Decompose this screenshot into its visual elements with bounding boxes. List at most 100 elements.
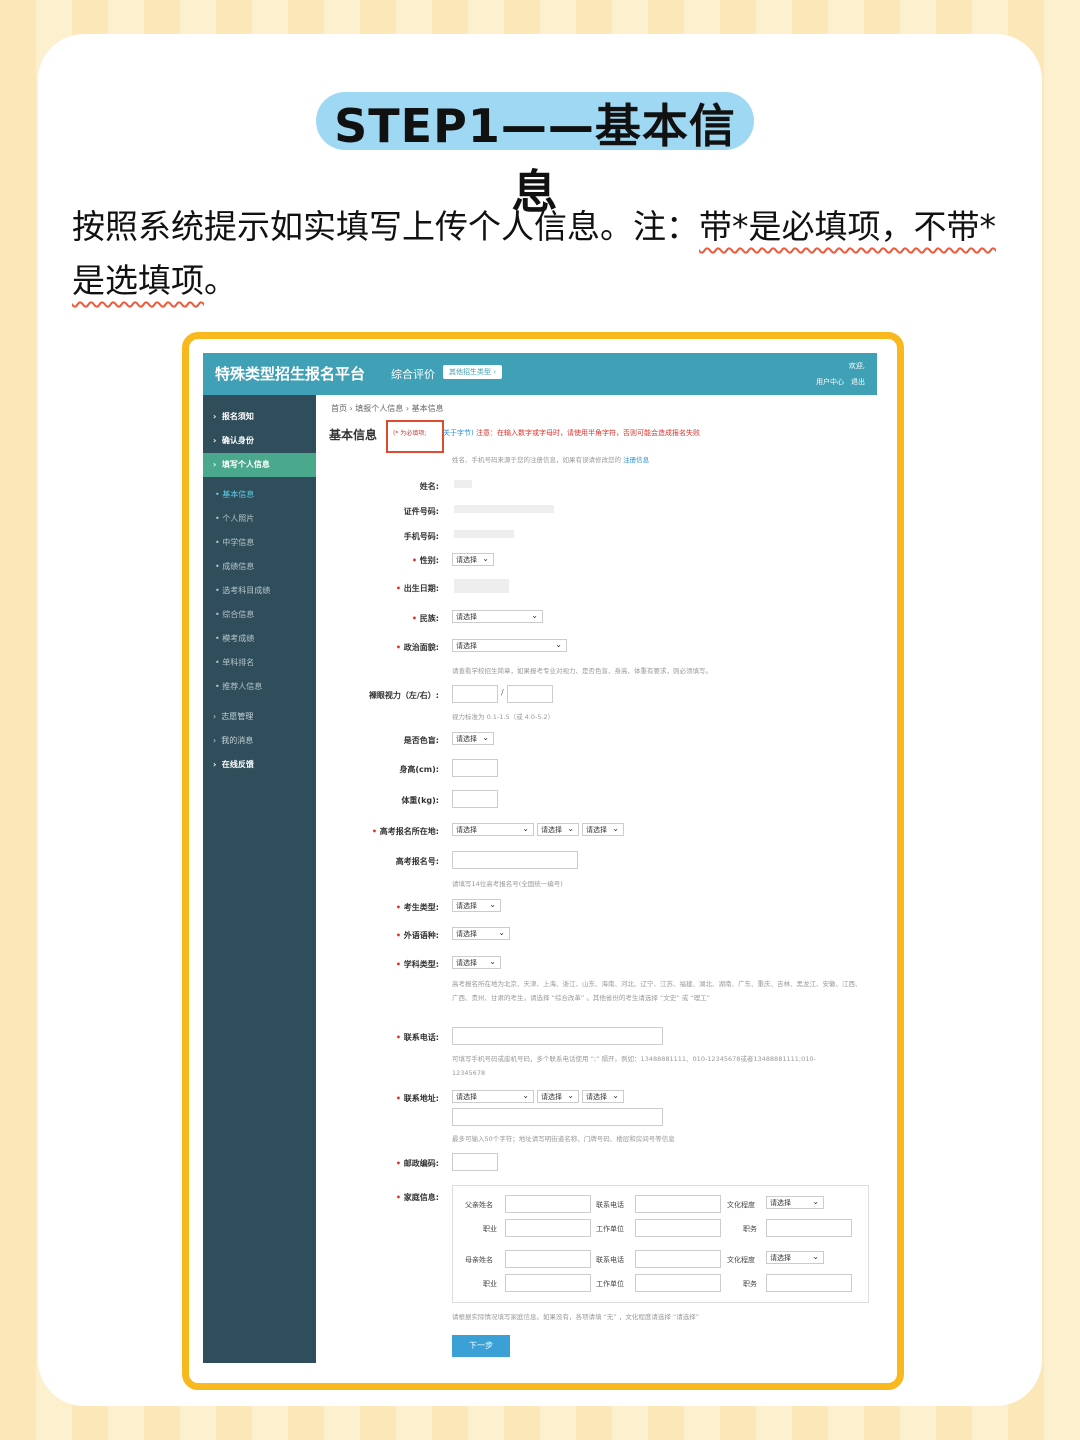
notice-link[interactable]: 关于字节) bbox=[443, 429, 474, 437]
tel-input[interactable] bbox=[452, 1027, 663, 1045]
breadcrumb: 首页 › 填报个人信息 › 基本信息 bbox=[331, 404, 444, 413]
label-father-job: 职业 bbox=[483, 1225, 497, 1233]
sidebar-item-volunteer[interactable]: › 志愿管理 bbox=[203, 705, 316, 729]
required-star: • bbox=[411, 614, 420, 623]
sidebar-label: 单科排名 bbox=[222, 658, 255, 667]
label-text: 民族: bbox=[419, 614, 439, 623]
gender-select[interactable]: 请选择 bbox=[452, 552, 494, 566]
mother-tel-input[interactable] bbox=[635, 1250, 721, 1268]
required-star: • bbox=[395, 931, 404, 940]
app-brand: 特殊类型招生报名平台 bbox=[215, 365, 366, 383]
vision-left-input[interactable] bbox=[452, 685, 498, 703]
required-star: • bbox=[395, 1159, 404, 1168]
zip-input[interactable] bbox=[452, 1153, 498, 1171]
label-phone: 手机号码: bbox=[403, 532, 439, 541]
mother-name-input[interactable] bbox=[505, 1250, 591, 1268]
address-district-select[interactable]: 请选择 bbox=[582, 1089, 624, 1103]
label-text: 邮政编码: bbox=[403, 1159, 439, 1168]
intro-text: 按照系统提示如实填写上传个人信息。注：带*是必填项，不带*是选填项。 bbox=[72, 200, 1012, 308]
father-tel-input[interactable] bbox=[635, 1195, 721, 1213]
label-mother-tel: 联系电话 bbox=[596, 1256, 624, 1264]
address-detail-input[interactable] bbox=[452, 1108, 663, 1126]
sidebar-item-notice[interactable]: › 报名须知 bbox=[203, 405, 316, 429]
label-mother: 母亲姓名 bbox=[465, 1256, 493, 1264]
label-weight: 体重(kg): bbox=[401, 796, 439, 805]
required-star: • bbox=[395, 1094, 404, 1103]
required-star: • bbox=[395, 584, 404, 593]
exam-district-select[interactable]: 请选择 bbox=[582, 822, 624, 836]
mother-edu-select[interactable]: 请选择 bbox=[766, 1250, 824, 1264]
label-father-work: 工作单位 bbox=[596, 1225, 624, 1233]
mother-work-input[interactable] bbox=[635, 1274, 721, 1292]
next-button[interactable]: 下一步 bbox=[452, 1335, 510, 1357]
hint-top-text: 姓名、手机号码来源于您的注册信息，如果有误请修改您的 bbox=[452, 456, 621, 464]
mother-post-input[interactable] bbox=[766, 1274, 852, 1292]
father-job-input[interactable] bbox=[505, 1219, 591, 1237]
sidebar-item-confirm-id[interactable]: › 确认身份 bbox=[203, 429, 316, 453]
label-father-post: 职务 bbox=[743, 1225, 757, 1233]
family-info-box: 父亲姓名 联系电话 文化程度 请选择 职业 工作单位 职务 母亲姓名 联系电话 … bbox=[452, 1185, 869, 1303]
language-select[interactable]: 请选择 bbox=[452, 926, 510, 940]
embedded-screenshot: 特殊类型招生报名平台 综合评价 其他招生类型 › 欢迎, 用户中心 退出 › 报… bbox=[203, 353, 877, 1363]
father-post-input[interactable] bbox=[766, 1219, 852, 1237]
political-select[interactable]: 请选择 bbox=[452, 638, 567, 652]
label-ethnic: • 民族: bbox=[203, 613, 439, 624]
label-height: 身高(cm): bbox=[399, 765, 439, 774]
mother-job-input[interactable] bbox=[505, 1274, 591, 1292]
label-exam-no: 高考报名号: bbox=[395, 857, 439, 866]
address-hint: 最多可输入50个字符；地址请写明街道名称、门牌号码、楼层和房间号等信息 bbox=[452, 1135, 675, 1143]
label-language: • 外语语种: bbox=[203, 930, 439, 941]
required-star: • bbox=[395, 960, 404, 969]
vision-right-input[interactable] bbox=[507, 685, 553, 703]
label-exam-loc: • 高考报名所在地: bbox=[203, 826, 439, 837]
label-family: • 家庭信息: bbox=[203, 1192, 439, 1203]
required-note: (* 为必填项; bbox=[393, 430, 427, 437]
label-text: 外语语种: bbox=[403, 931, 439, 940]
label-text: 家庭信息: bbox=[403, 1193, 439, 1202]
other-types-button[interactable]: 其他招生类型 › bbox=[443, 365, 503, 379]
label-text: 性别: bbox=[419, 556, 439, 565]
father-edu-select[interactable]: 请选择 bbox=[766, 1195, 824, 1209]
label-father-tel: 联系电话 bbox=[596, 1201, 624, 1209]
sidebar-item-personal-info[interactable]: › 填写个人信息 bbox=[203, 453, 316, 477]
exam-no-hint: 请填写14位高考报名号(全国统一编号) bbox=[452, 880, 563, 888]
subject-select[interactable]: 请选择 bbox=[452, 955, 501, 969]
nav-comprehensive[interactable]: 综合评价 bbox=[391, 366, 435, 382]
form-heading: 基本信息 bbox=[329, 428, 378, 442]
logout-link[interactable]: 退出 bbox=[851, 378, 865, 386]
ethnic-select[interactable]: 请选择 bbox=[452, 609, 543, 623]
type-select[interactable]: 请选择 bbox=[452, 898, 501, 912]
sidebar-label: 志愿管理 bbox=[221, 712, 254, 721]
value-id-blurred bbox=[454, 505, 554, 513]
exam-city-select[interactable]: 请选择 bbox=[537, 822, 579, 836]
required-star: • bbox=[395, 643, 404, 652]
label-text: 学科类型: bbox=[403, 960, 439, 969]
address-city-select[interactable]: 请选择 bbox=[537, 1089, 579, 1103]
label-father-edu: 文化程度 bbox=[727, 1201, 755, 1209]
notice-line: 关于字节) 注意：在输入数字或字母时，请使用半角字符，否则可能会造成报名失败 bbox=[443, 428, 700, 438]
welcome-text: 欢迎, bbox=[848, 362, 865, 370]
label-political: • 政治面貌: bbox=[203, 642, 439, 653]
height-input[interactable] bbox=[452, 759, 498, 777]
required-star: • bbox=[371, 827, 380, 836]
value-name-blurred bbox=[454, 480, 472, 488]
colorblind-select[interactable]: 请选择 bbox=[452, 731, 494, 745]
exam-no-input[interactable] bbox=[452, 851, 578, 869]
required-star: • bbox=[411, 556, 420, 565]
label-vision: 裸眼视力（左/右）: bbox=[368, 691, 439, 700]
intro-end: 。 bbox=[204, 261, 237, 300]
subject-hint: 高考报名所在地为北京、天津、上海、浙江、山东、海南、河北、辽宁、江苏、福建、湖北… bbox=[452, 980, 862, 1002]
weight-input[interactable] bbox=[452, 790, 498, 808]
father-name-input[interactable] bbox=[505, 1195, 591, 1213]
sidebar-sub-rank[interactable]: • 单科排名 bbox=[203, 651, 316, 675]
register-info-link[interactable]: 注册信息 bbox=[623, 456, 649, 464]
user-center-link[interactable]: 用户中心 bbox=[816, 378, 844, 386]
hint-top: 姓名、手机号码来源于您的注册信息，如果有误请修改您的 注册信息 bbox=[452, 453, 649, 467]
address-province-select[interactable]: 请选择 bbox=[452, 1089, 534, 1103]
label-zip: • 邮政编码: bbox=[203, 1158, 439, 1169]
exam-province-select[interactable]: 请选择 bbox=[452, 822, 534, 836]
sidebar-label: 确认身份 bbox=[221, 436, 254, 445]
father-work-input[interactable] bbox=[635, 1219, 721, 1237]
label-text: 政治面貌: bbox=[403, 643, 439, 652]
label-text: 出生日期: bbox=[403, 584, 439, 593]
